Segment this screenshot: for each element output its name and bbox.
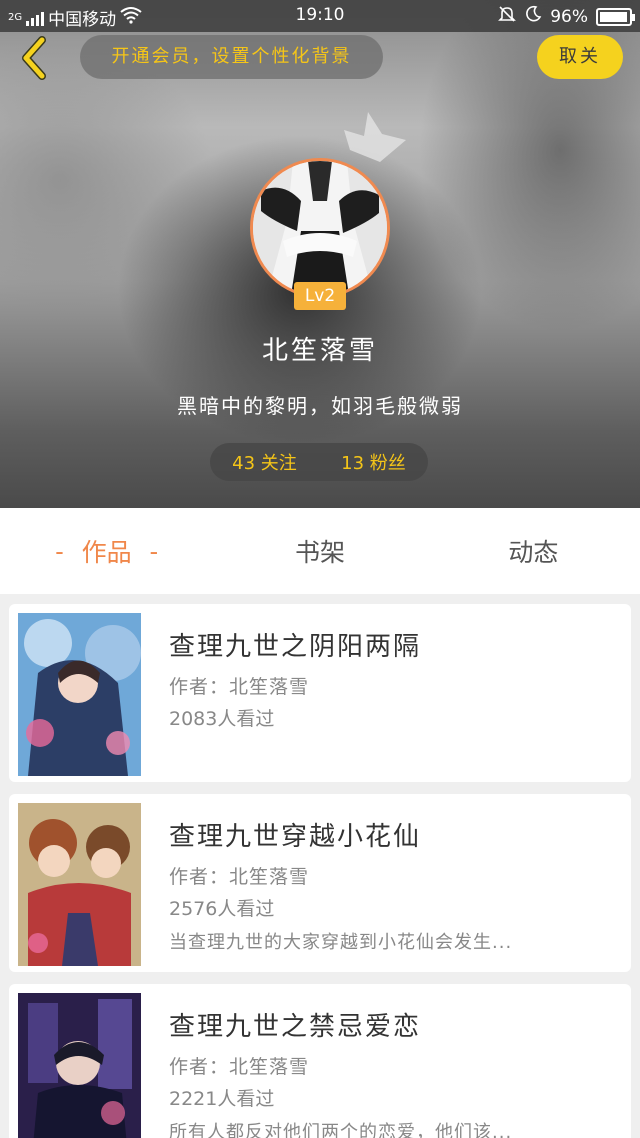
vip-background-banner[interactable]: 开通会员，设置个性化背景 [80,35,383,79]
work-views: 2083人看过 [169,708,275,730]
chevron-left-icon [22,36,46,80]
tab-activity[interactable]: 动态 [427,508,640,594]
level-badge: Lv2 [294,282,346,310]
work-views: 2576人看过 [169,898,275,920]
profile-header: 2G 中国移动 19:10 96% 开通会员，设置个性化背景 取关 Lv2 北笙… [0,0,640,508]
list-item[interactable]: 查理九世穿越小花仙 作者：北笙落雪 2576人看过 当查理九世的大家穿越到小花仙… [9,794,631,972]
tab-label: 作品 [81,538,132,567]
tab-label: 动态 [508,538,559,567]
tab-works[interactable]: - 作品 - [0,508,213,594]
work-author: 作者：北笙落雪 [169,676,310,698]
work-description: 当查理九世的大家穿越到小花仙会发生... [169,932,513,953]
work-title: 查理九世穿越小花仙 [169,822,422,852]
crown-icon [344,112,406,162]
user-nickname: 北笙落雪 [261,336,378,366]
following-count[interactable]: 43 关注 [232,449,297,475]
fans-count[interactable]: 13 粉丝 [341,449,406,475]
battery-level [600,11,627,22]
tab-active-indicator-right: - [149,536,159,566]
tab-label: 书架 [294,538,345,567]
battery-percent: 96% [550,6,588,27]
user-signature: 黑暗中的黎明，如羽毛般微弱 [177,394,463,418]
unfollow-button[interactable]: 取关 [537,35,623,79]
book-cover[interactable] [18,613,141,776]
work-author: 作者：北笙落雪 [169,1056,310,1078]
list-item[interactable]: 查理九世之阴阳两隔 作者：北笙落雪 2083人看过 [9,604,631,782]
avatar[interactable] [250,158,390,298]
status-bar: 2G 中国移动 19:10 96% [0,0,640,32]
book-cover[interactable] [18,803,141,966]
moon-icon [524,5,542,28]
avatar-image [253,161,387,295]
tab-bookshelf[interactable]: 书架 [213,508,426,594]
battery-icon [596,7,635,26]
book-cover[interactable] [18,993,141,1138]
mute-icon [498,5,517,28]
tab-active-indicator-left: - [55,536,64,566]
work-author: 作者：北笙落雪 [169,866,310,888]
list-item[interactable]: 查理九世之禁忌爱恋 作者：北笙落雪 2221人看过 所有人都反对他们两个的恋爱，… [9,984,631,1138]
follow-stats: 43 关注 13 粉丝 [210,443,428,481]
back-button[interactable] [14,36,54,80]
work-title: 查理九世之阴阳两隔 [169,632,422,662]
profile-tabs: - 作品 - 书架 动态 [0,508,640,594]
work-views: 2221人看过 [169,1088,275,1110]
work-title: 查理九世之禁忌爱恋 [169,1012,422,1042]
work-description: 所有人都反对他们两个的恋爱，他们该... [169,1122,513,1138]
